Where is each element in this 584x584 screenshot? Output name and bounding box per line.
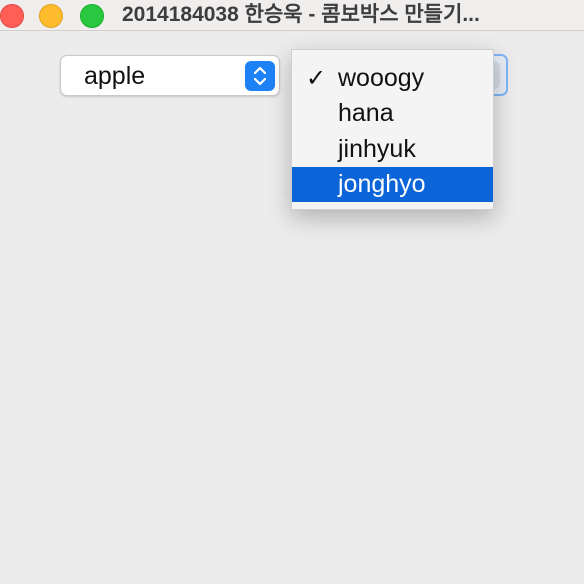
- title-bar: 2014184038 한승욱 - 콤보박스 만들기...: [0, 0, 584, 31]
- window-title: 2014184038 한승욱 - 콤보박스 만들기...: [122, 3, 480, 26]
- menu-item-hana[interactable]: hana: [292, 96, 493, 131]
- dropdown-menu: ✓ wooogy hana jinhyuk jonghyo: [291, 49, 494, 210]
- close-window-button[interactable]: [0, 4, 24, 28]
- menu-item-jonghyo[interactable]: jonghyo: [292, 167, 493, 202]
- combo-box-selected-value: apple: [84, 62, 146, 90]
- menu-item-label: wooogy: [338, 64, 425, 92]
- menu-item-label: hana: [338, 99, 394, 127]
- combo-box-fruit[interactable]: apple: [60, 55, 280, 96]
- zoom-window-button[interactable]: [80, 4, 104, 28]
- up-down-chevron-icon[interactable]: [245, 61, 275, 91]
- menu-item-jinhyuk[interactable]: jinhyuk: [292, 132, 493, 167]
- menu-item-label: jinhyuk: [338, 135, 416, 163]
- minimize-window-button[interactable]: [39, 4, 63, 28]
- menu-item-label: jonghyo: [338, 170, 426, 198]
- checkmark-icon: ✓: [306, 65, 327, 92]
- menu-item-wooogy[interactable]: ✓ wooogy: [292, 61, 493, 96]
